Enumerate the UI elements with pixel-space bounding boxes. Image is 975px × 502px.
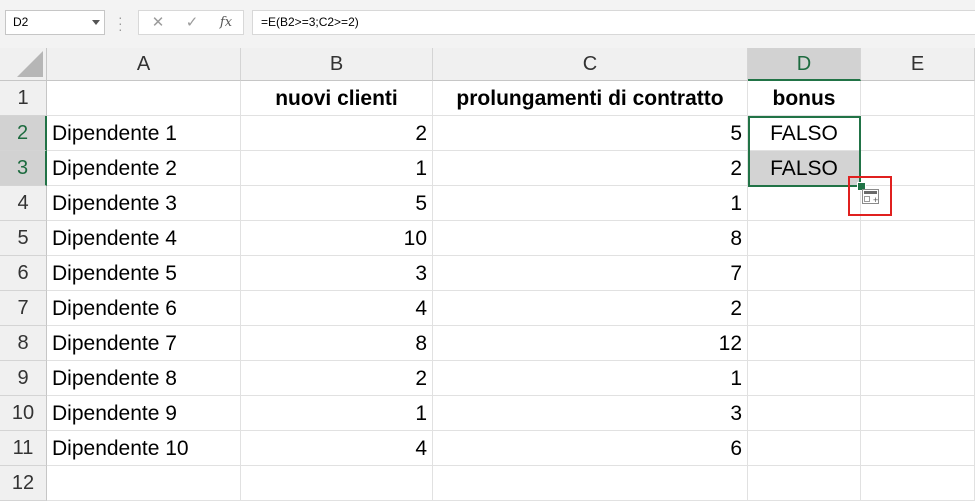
quick-analysis-plus-icon: + [873,195,879,205]
cell-d7[interactable] [748,291,861,326]
cell-a9[interactable]: Dipendente 8 [47,361,241,396]
cell-a3[interactable]: Dipendente 2 [47,151,241,186]
chevron-down-icon[interactable] [92,20,100,25]
column-header-a[interactable]: A [47,48,241,81]
cell-e10[interactable] [861,396,975,431]
row-header-10[interactable]: 10 [0,396,47,431]
row-header-7[interactable]: 7 [0,291,47,326]
formula-text: =E(B2>=3;C2>=2) [261,15,359,29]
cell-b5[interactable]: 10 [241,221,433,256]
formula-buttons: ✕ ✓ fx [138,10,244,35]
cell-a5[interactable]: Dipendente 4 [47,221,241,256]
column-header-b[interactable]: B [241,48,433,81]
name-box[interactable]: D2 [5,10,105,35]
cell-c6[interactable]: 7 [433,256,748,291]
cell-b9[interactable]: 2 [241,361,433,396]
cell-d9[interactable] [748,361,861,396]
select-all-button[interactable] [0,48,47,81]
cell-a7[interactable]: Dipendente 6 [47,291,241,326]
cell-c3[interactable]: 2 [433,151,748,186]
formula-input[interactable]: =E(B2>=3;C2>=2) [252,10,975,35]
cell-a8[interactable]: Dipendente 7 [47,326,241,361]
cell-c8[interactable]: 12 [433,326,748,361]
select-all-icon [17,51,43,77]
row-header-11[interactable]: 11 [0,431,47,466]
cell-e8[interactable] [861,326,975,361]
cell-d4[interactable] [748,186,861,221]
cell-d1[interactable]: bonus [748,81,861,116]
row-header-9[interactable]: 9 [0,361,47,396]
cell-a1[interactable] [47,81,241,116]
cell-e9[interactable] [861,361,975,396]
cell-d12[interactable] [748,466,861,501]
more-options-icon[interactable]: · · · [118,10,123,36]
cell-b8[interactable]: 8 [241,326,433,361]
row-header-8[interactable]: 8 [0,326,47,361]
cell-b6[interactable]: 3 [241,256,433,291]
cell-c2[interactable]: 5 [433,116,748,151]
cell-d6[interactable] [748,256,861,291]
cell-a4[interactable]: Dipendente 3 [47,186,241,221]
cell-e1[interactable] [861,81,975,116]
cell-b7[interactable]: 4 [241,291,433,326]
row-header-2[interactable]: 2 [0,116,47,151]
cell-d11[interactable] [748,431,861,466]
cell-a12[interactable] [47,466,241,501]
cell-d8[interactable] [748,326,861,361]
cell-b2[interactable]: 2 [241,116,433,151]
cell-c4[interactable]: 1 [433,186,748,221]
enter-icon[interactable]: ✓ [177,11,207,34]
cancel-icon[interactable]: ✕ [143,11,173,34]
cell-c9[interactable]: 1 [433,361,748,396]
cell-d5[interactable] [748,221,861,256]
cell-a2[interactable]: Dipendente 1 [47,116,241,151]
cell-e11[interactable] [861,431,975,466]
name-box-value: D2 [13,15,29,29]
cell-e5[interactable] [861,221,975,256]
cell-a11[interactable]: Dipendente 10 [47,431,241,466]
row-header-4[interactable]: 4 [0,186,47,221]
cell-d10[interactable] [748,396,861,431]
row-header-5[interactable]: 5 [0,221,47,256]
row-header-6[interactable]: 6 [0,256,47,291]
cell-d3[interactable]: FALSO [748,151,861,186]
cell-b4[interactable]: 5 [241,186,433,221]
cell-c1[interactable]: prolungamenti di contratto [433,81,748,116]
cell-b11[interactable]: 4 [241,431,433,466]
insert-function-icon[interactable]: fx [211,11,241,34]
cell-b1[interactable]: nuovi clienti [241,81,433,116]
cell-e2[interactable] [861,116,975,151]
column-header-e[interactable]: E [861,48,975,81]
row-header-12[interactable]: 12 [0,466,47,501]
cell-c11[interactable]: 6 [433,431,748,466]
formula-bar: D2 · · · ✕ ✓ fx =E(B2>=3;C2>=2) [0,0,975,49]
row-header-1[interactable]: 1 [0,81,47,116]
cell-c5[interactable]: 8 [433,221,748,256]
column-header-c[interactable]: C [433,48,748,81]
cell-e6[interactable] [861,256,975,291]
cell-c12[interactable] [433,466,748,501]
cell-a6[interactable]: Dipendente 5 [47,256,241,291]
cell-b12[interactable] [241,466,433,501]
column-header-d[interactable]: D [748,48,861,81]
cell-d2[interactable]: FALSO [748,116,861,151]
cell-c10[interactable]: 3 [433,396,748,431]
cell-c7[interactable]: 2 [433,291,748,326]
cell-b3[interactable]: 1 [241,151,433,186]
cell-a10[interactable]: Dipendente 9 [47,396,241,431]
cell-b10[interactable]: 1 [241,396,433,431]
cell-e7[interactable] [861,291,975,326]
cell-e12[interactable] [861,466,975,501]
row-header-3[interactable]: 3 [0,151,47,186]
